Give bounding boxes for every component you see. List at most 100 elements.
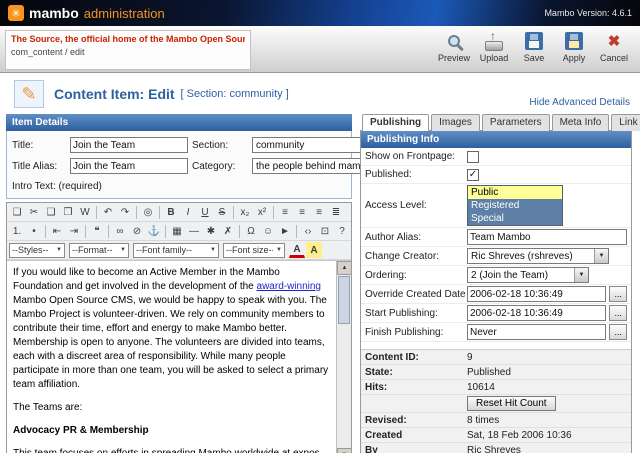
align-center-icon[interactable]: ≡ — [294, 204, 310, 220]
start-publishing-label: Start Publishing: — [365, 307, 438, 319]
toolbar-separator — [85, 224, 86, 238]
format-select[interactable]: --Format-- ▼ — [69, 242, 129, 258]
change-creator-select[interactable]: Ric Shreves (rshreves) ▼ — [467, 248, 609, 264]
save-button[interactable]: Save — [516, 30, 552, 63]
fullscreen-icon[interactable]: ⊡ — [317, 223, 333, 239]
reset-hit-count-button[interactable]: Reset Hit Count — [467, 396, 556, 411]
emoticons-icon[interactable]: ☺ — [260, 223, 276, 239]
undo-icon[interactable]: ↶ — [100, 204, 116, 220]
outdent-icon[interactable]: ⇤ — [49, 223, 65, 239]
unlink-icon[interactable]: ⊘ — [129, 223, 145, 239]
upload-button[interactable]: ↑ Upload — [476, 30, 512, 63]
tab-images[interactable]: Images — [431, 114, 480, 131]
superscript-icon[interactable]: x² — [254, 204, 270, 220]
hide-advanced-details-link[interactable]: Hide Advanced Details — [529, 97, 630, 108]
access-level-label: Access Level: — [365, 200, 427, 211]
font-size-select[interactable]: --Font size-- ▼ — [223, 242, 285, 258]
access-option-special[interactable]: Special — [468, 212, 562, 225]
override-created-date-label: Override Created Date — [365, 288, 466, 300]
item-details-form: Title: Section: community ▼ Title Alias:… — [6, 131, 387, 199]
indent-icon[interactable]: ⇥ — [66, 223, 82, 239]
editor-toolbar-row1: ❏ ✂ ❑ ❒ W ↶ ↷ ◎ B I U Sx₂ x² ≡ ≡ ≡ ≣ — [7, 203, 351, 222]
created-date-picker-button[interactable]: ... — [609, 286, 627, 302]
toolbar-separator — [108, 224, 109, 238]
override-created-date-input[interactable] — [467, 286, 607, 302]
background-color-icon[interactable]: A — [306, 242, 322, 258]
page-head: ✎ Content Item: Edit [ Section: communit… — [0, 78, 640, 112]
cancel-icon: ✖ — [607, 33, 621, 50]
title-input[interactable] — [70, 137, 188, 153]
access-option-public[interactable]: Public — [468, 186, 562, 199]
tab-parameters[interactable]: Parameters — [481, 114, 550, 131]
tab-publishing[interactable]: Publishing — [362, 114, 430, 131]
unordered-list-icon[interactable]: • — [26, 223, 42, 239]
paste-from-word-icon[interactable]: W — [77, 204, 93, 220]
redo-icon[interactable]: ↷ — [117, 204, 133, 220]
author-alias-input[interactable] — [467, 229, 627, 245]
align-justify-icon[interactable]: ≣ — [328, 204, 344, 220]
horizontal-rule-icon[interactable]: — — [186, 223, 202, 239]
finish-date-picker-button[interactable]: ... — [609, 324, 627, 340]
ordering-row: Ordering: 2 (Join the Team) ▼ — [361, 266, 631, 285]
scroll-up-icon[interactable]: ▲ — [337, 261, 351, 275]
ordering-select[interactable]: 2 (Join the Team) ▼ — [467, 267, 589, 283]
media-icon[interactable]: ► — [277, 223, 293, 239]
award-winning-link[interactable]: award-winning — [257, 281, 321, 292]
align-right-icon[interactable]: ≡ — [311, 204, 327, 220]
cut-icon[interactable]: ✂ — [26, 204, 42, 220]
italic-icon[interactable]: I — [180, 204, 196, 220]
toolbar-separator — [273, 205, 274, 219]
stats-row: Created Sat, 18 Feb 2006 10:36 — [361, 428, 631, 443]
mambo-logo-icon: ✳ — [8, 5, 24, 21]
access-option-registered[interactable]: Registered — [468, 199, 562, 212]
tab-link-to-menu[interactable]: Link to Menu — [611, 114, 640, 131]
editor-scrollbar[interactable]: ▲ ▼ — [336, 261, 351, 453]
charmap-icon[interactable]: Ω — [243, 223, 259, 239]
title-alias-input[interactable] — [70, 158, 188, 174]
align-left-icon[interactable]: ≡ — [277, 204, 293, 220]
subscript-icon[interactable]: x₂ — [237, 204, 253, 220]
paste-icon[interactable]: ❒ — [60, 204, 76, 220]
scrollbar-thumb[interactable] — [338, 276, 350, 324]
preview-button[interactable]: Preview — [436, 30, 472, 63]
breadcrumb: The Source, the official home of the Mam… — [5, 30, 251, 70]
blockquote-icon[interactable]: ❝ — [89, 223, 105, 239]
main-toolbar: Preview ↑ Upload Save Apply ✖ Cancel — [436, 30, 632, 70]
chevron-down-icon: ▼ — [120, 247, 126, 253]
published-checkbox[interactable] — [467, 168, 479, 181]
anchor-icon[interactable]: ⚓ — [146, 223, 162, 239]
cancel-button[interactable]: ✖ Cancel — [596, 30, 632, 63]
access-level-list[interactable]: Public Registered Special — [467, 185, 563, 226]
editor-content[interactable]: If you would like to become an Active Me… — [7, 260, 351, 453]
strikethrough-icon[interactable]: S — [214, 204, 230, 220]
start-publishing-input[interactable] — [467, 305, 607, 321]
text-color-icon[interactable]: A — [289, 243, 305, 258]
brand: ✳ mambo administration — [8, 5, 165, 21]
underline-icon[interactable]: U — [197, 204, 213, 220]
insert-link-icon[interactable]: ∞ — [112, 223, 128, 239]
scroll-down-icon[interactable]: ▼ — [337, 448, 351, 453]
frontpage-checkbox[interactable] — [467, 150, 479, 163]
new-document-icon[interactable]: ❏ — [9, 204, 25, 220]
cleanup-icon[interactable]: ✱ — [203, 223, 219, 239]
remove-format-icon[interactable]: ✗ — [220, 223, 236, 239]
intro-text-label: Intro Text: (required) — [12, 181, 102, 192]
preview-icon — [441, 30, 467, 52]
top-header-bar: ✳ mambo administration Mambo Version: 4.… — [0, 0, 640, 26]
bold-icon[interactable]: B — [163, 204, 179, 220]
source-code-icon[interactable]: ‹› — [300, 223, 316, 239]
styles-select[interactable]: --Styles-- ▼ — [9, 242, 65, 258]
start-date-picker-button[interactable]: ... — [609, 305, 627, 321]
find-icon[interactable]: ◎ — [140, 204, 156, 220]
help-icon[interactable]: ? — [334, 223, 350, 239]
copy-icon[interactable]: ❑ — [43, 204, 59, 220]
apply-button[interactable]: Apply — [556, 30, 592, 63]
change-creator-label: Change Creator: — [365, 250, 439, 262]
category-label: Category: — [192, 160, 236, 172]
finish-publishing-input[interactable] — [467, 324, 607, 340]
insert-image-icon[interactable]: ▦ — [169, 223, 185, 239]
font-family-select[interactable]: --Font family-- ▼ — [133, 242, 219, 258]
tab-meta-info[interactable]: Meta Info — [551, 114, 610, 131]
ordered-list-icon[interactable]: 1. — [9, 223, 25, 239]
stats-box: Content ID: 9 State: Published Hits: 10614 Res… — [361, 349, 631, 453]
